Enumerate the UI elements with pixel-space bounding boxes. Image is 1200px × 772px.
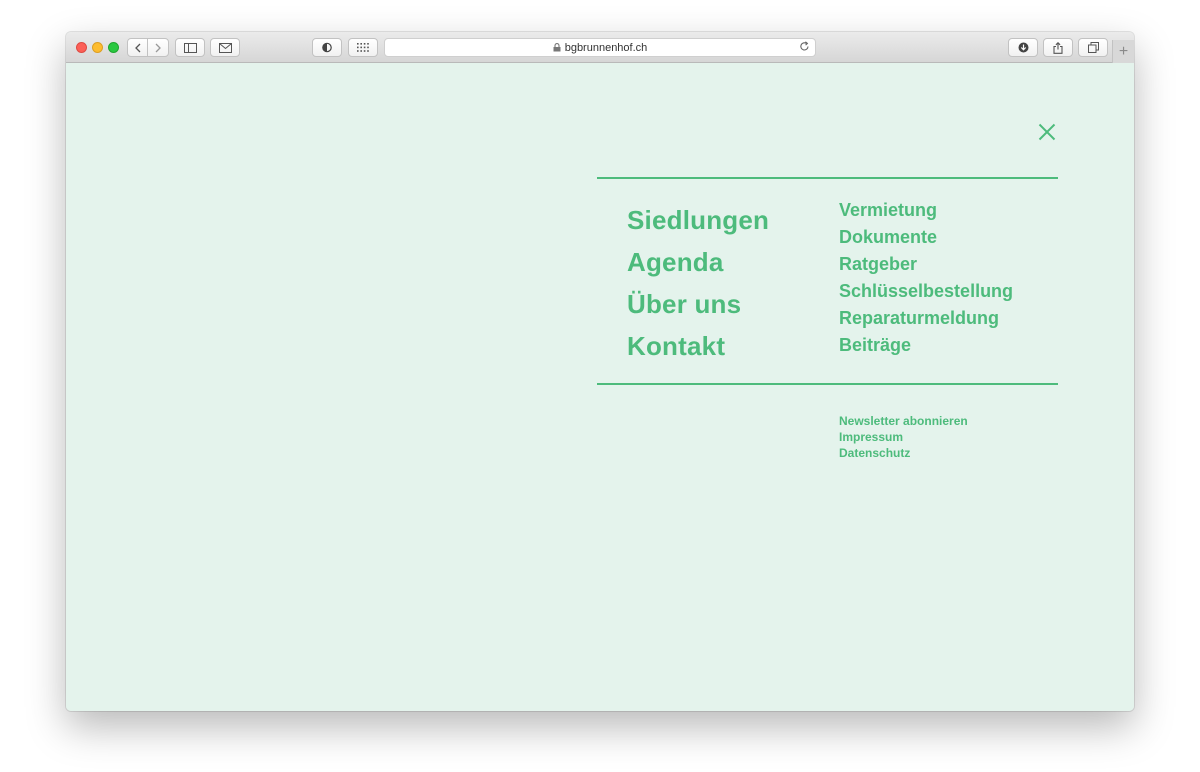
secondary-navigation: Vermietung Dokumente Ratgeber Schlüsselb… (839, 197, 1013, 359)
mail-button[interactable] (210, 38, 240, 57)
lock-icon (553, 43, 561, 52)
menu-divider-top (597, 177, 1058, 179)
privacy-button[interactable] (312, 38, 342, 57)
shield-icon (322, 42, 332, 53)
footer-links: Newsletter abonnieren Impressum Datensch… (839, 413, 968, 461)
nav-item-dokumente[interactable]: Dokumente (839, 224, 1013, 251)
close-icon (1038, 123, 1056, 141)
nav-item-siedlungen[interactable]: Siedlungen (627, 199, 769, 241)
close-window-button[interactable] (76, 42, 87, 53)
nav-item-schluesselbestellung[interactable]: Schlüsselbestellung (839, 278, 1013, 305)
menu-divider-bottom (597, 383, 1058, 385)
zoom-window-button[interactable] (108, 42, 119, 53)
chevron-left-icon (134, 43, 140, 52)
share-icon (1053, 41, 1063, 54)
chevron-right-icon (155, 43, 161, 52)
grid-button[interactable] (348, 38, 378, 57)
nav-item-vermietung[interactable]: Vermietung (839, 197, 1013, 224)
address-bar[interactable]: bgbrunnenhof.ch (384, 38, 816, 57)
sidebar-button[interactable] (175, 38, 205, 57)
download-icon (1018, 42, 1028, 53)
nav-item-reparaturmeldung[interactable]: Reparaturmeldung (839, 305, 1013, 332)
new-tab-button[interactable]: + (1112, 40, 1134, 63)
tabs-icon (1087, 42, 1099, 53)
back-button[interactable] (128, 39, 148, 56)
browser-toolbar: bgbrunnenhof.ch + (66, 32, 1134, 63)
url-text: bgbrunnenhof.ch (564, 41, 648, 54)
main-navigation: Siedlungen Agenda Über uns Kontakt (627, 199, 769, 367)
downloads-button[interactable] (1008, 38, 1038, 57)
plus-icon: + (1118, 42, 1129, 60)
link-newsletter[interactable]: Newsletter abonnieren (839, 413, 968, 429)
forward-button[interactable] (148, 39, 168, 56)
nav-item-beitraege[interactable]: Beiträge (839, 332, 1013, 359)
link-impressum[interactable]: Impressum (839, 429, 968, 445)
link-datenschutz[interactable]: Datenschutz (839, 445, 968, 461)
mail-icon (218, 42, 232, 53)
sidebar-icon (183, 42, 197, 53)
reload-icon[interactable] (799, 41, 810, 52)
page-content: Siedlungen Agenda Über uns Kontakt Vermi… (66, 63, 1134, 711)
minimize-window-button[interactable] (92, 42, 103, 53)
tabs-overview-button[interactable] (1078, 38, 1108, 57)
close-menu-button[interactable] (1038, 123, 1056, 141)
nav-item-ratgeber[interactable]: Ratgeber (839, 251, 1013, 278)
browser-window: bgbrunnenhof.ch + Siedlungen Agenda Über… (66, 32, 1134, 711)
nav-item-ueber-uns[interactable]: Über uns (627, 283, 769, 325)
history-nav (127, 38, 169, 57)
share-button[interactable] (1043, 38, 1073, 57)
nav-item-kontakt[interactable]: Kontakt (627, 325, 769, 367)
nav-item-agenda[interactable]: Agenda (627, 241, 769, 283)
grid-icon (357, 43, 369, 52)
